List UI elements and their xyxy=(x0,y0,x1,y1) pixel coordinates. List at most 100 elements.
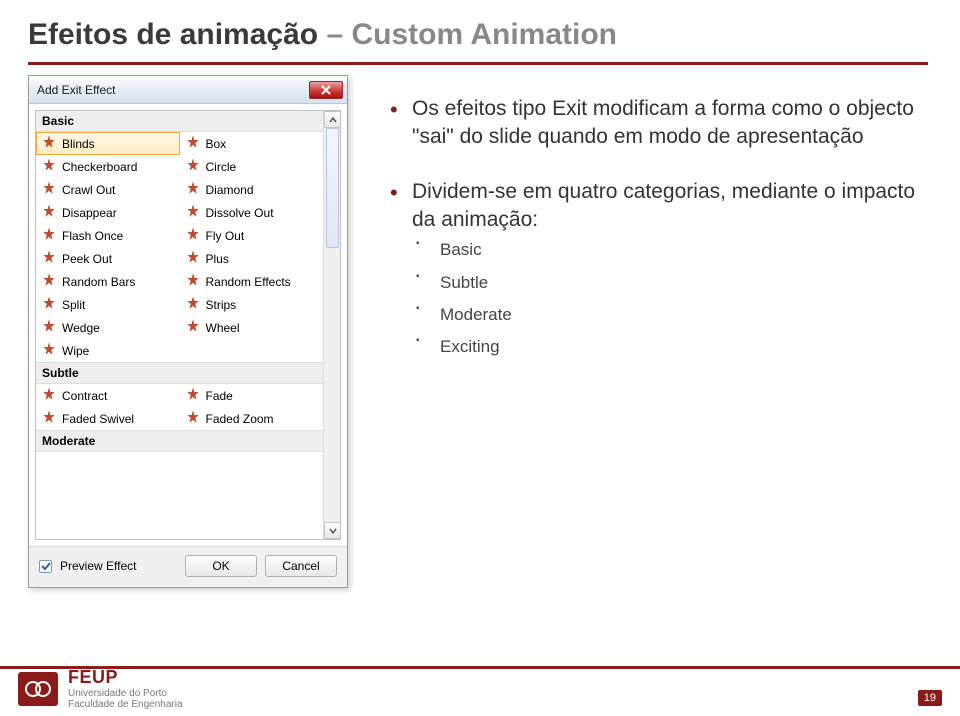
effects-listbox[interactable]: Basic Blinds Box Checkerboard Circle Crawl Ou… xyxy=(35,110,341,540)
exit-effect-icon xyxy=(42,342,56,359)
dialog-titlebar[interactable]: Add Exit Effect xyxy=(29,76,347,104)
effect-item[interactable]: Wipe xyxy=(36,339,180,362)
effect-label: Dissolve Out xyxy=(206,206,274,220)
exit-effect-icon xyxy=(186,135,200,152)
add-exit-effect-dialog: Add Exit Effect Basic Blinds Box Checkerboa… xyxy=(28,75,348,588)
effect-label: Strips xyxy=(206,298,237,312)
content-bullets: Os efeitos tipo Exit modificam a forma c… xyxy=(390,95,930,390)
scroll-up-button[interactable] xyxy=(324,111,341,128)
effect-label: Fade xyxy=(206,389,233,403)
chevron-down-icon xyxy=(329,528,337,534)
effect-item[interactable]: Random Bars xyxy=(36,270,180,293)
exit-effect-icon xyxy=(186,319,200,336)
effect-item[interactable]: Random Effects xyxy=(180,270,324,293)
effect-item[interactable]: Fly Out xyxy=(180,224,324,247)
effect-label: Flash Once xyxy=(62,229,123,243)
effect-category-header: Basic xyxy=(36,111,340,132)
effect-label: Diamond xyxy=(206,183,254,197)
effect-category-header: Subtle xyxy=(36,362,340,384)
effect-item[interactable]: Faded Swivel xyxy=(36,407,180,430)
exit-effect-icon xyxy=(42,181,56,198)
effect-label: Contract xyxy=(62,389,107,403)
feup-badge-icon xyxy=(18,672,58,706)
effect-label: Checkerboard xyxy=(62,160,137,174)
effect-item[interactable]: Wedge xyxy=(36,316,180,339)
effect-item[interactable]: Contract xyxy=(36,384,180,407)
effect-label: Wipe xyxy=(62,344,89,358)
scrollbar[interactable] xyxy=(323,111,340,539)
dialog-title: Add Exit Effect xyxy=(37,83,309,97)
effect-label: Random Bars xyxy=(62,275,135,289)
check-icon xyxy=(41,561,51,571)
effect-item[interactable]: Flash Once xyxy=(36,224,180,247)
exit-effect-icon xyxy=(186,387,200,404)
exit-effect-icon xyxy=(186,181,200,198)
bullet-1: Os efeitos tipo Exit modificam a forma c… xyxy=(390,95,930,152)
page-number: 19 xyxy=(918,690,942,706)
sub-bullet: Moderate xyxy=(412,299,930,331)
effect-item[interactable]: Plus xyxy=(180,247,324,270)
effect-item[interactable]: Crawl Out xyxy=(36,178,180,201)
effect-item[interactable]: Box xyxy=(180,132,324,155)
exit-effect-icon xyxy=(42,250,56,267)
effect-item[interactable]: Checkerboard xyxy=(36,155,180,178)
effect-label: Circle xyxy=(206,160,237,174)
scroll-thumb[interactable] xyxy=(326,128,339,248)
effect-label: Disappear xyxy=(62,206,117,220)
title-subtitle: – Custom Animation xyxy=(318,18,617,51)
sub-bullet: Exciting xyxy=(412,331,930,363)
effect-item[interactable]: Fade xyxy=(180,384,324,407)
title-underline xyxy=(28,62,928,65)
effect-label: Faded Zoom xyxy=(206,412,274,426)
effect-item[interactable]: Blinds xyxy=(36,132,180,155)
effect-item[interactable]: Strips xyxy=(180,293,324,316)
effect-item[interactable]: Split xyxy=(36,293,180,316)
effect-label: Faded Swivel xyxy=(62,412,134,426)
effect-label: Wheel xyxy=(206,321,240,335)
effect-label: Random Effects xyxy=(206,275,291,289)
dialog-footer: Preview Effect OK Cancel xyxy=(29,546,347,587)
effect-label: Peek Out xyxy=(62,252,112,266)
exit-effect-icon xyxy=(42,296,56,313)
exit-effect-icon xyxy=(42,204,56,221)
close-button[interactable] xyxy=(309,81,343,99)
exit-effect-icon xyxy=(42,135,56,152)
preview-effect-label: Preview Effect xyxy=(60,559,136,573)
exit-effect-icon xyxy=(42,387,56,404)
exit-effect-icon xyxy=(42,158,56,175)
effect-category-header: Moderate xyxy=(36,430,340,452)
feup-acronym: FEUP xyxy=(68,667,183,688)
slide-title: Efeitos de animação – Custom Animation xyxy=(28,18,617,52)
exit-effect-icon xyxy=(42,319,56,336)
effect-item[interactable]: Peek Out xyxy=(36,247,180,270)
effect-item[interactable]: Wheel xyxy=(180,316,324,339)
effect-label: Crawl Out xyxy=(62,183,115,197)
effect-item[interactable]: Diamond xyxy=(180,178,324,201)
exit-effect-icon xyxy=(42,273,56,290)
effect-label: Split xyxy=(62,298,85,312)
effect-label: Blinds xyxy=(62,137,95,151)
exit-effect-icon xyxy=(186,158,200,175)
effect-label: Plus xyxy=(206,252,229,266)
preview-effect-checkbox[interactable] xyxy=(39,560,52,573)
effect-item[interactable]: Dissolve Out xyxy=(180,201,324,224)
close-icon xyxy=(321,85,331,95)
feup-logo: FEUP Universidade do Porto Faculdade de … xyxy=(18,667,183,710)
feup-line1: Universidade do Porto xyxy=(68,688,183,699)
exit-effect-icon xyxy=(186,296,200,313)
cancel-button[interactable]: Cancel xyxy=(265,555,337,577)
effect-label: Wedge xyxy=(62,321,100,335)
effect-label: Box xyxy=(206,137,227,151)
exit-effect-icon xyxy=(186,204,200,221)
effect-item[interactable]: Faded Zoom xyxy=(180,407,324,430)
feup-line2: Faculdade de Engenharia xyxy=(68,699,183,710)
effect-item[interactable]: Circle xyxy=(180,155,324,178)
effect-item[interactable]: Disappear xyxy=(36,201,180,224)
scroll-down-button[interactable] xyxy=(324,522,341,539)
ok-button[interactable]: OK xyxy=(185,555,257,577)
exit-effect-icon xyxy=(186,410,200,427)
sub-bullet: Subtle xyxy=(412,267,930,299)
chevron-up-icon xyxy=(329,117,337,123)
sub-bullet: Basic xyxy=(412,234,930,266)
effect-label: Fly Out xyxy=(206,229,245,243)
